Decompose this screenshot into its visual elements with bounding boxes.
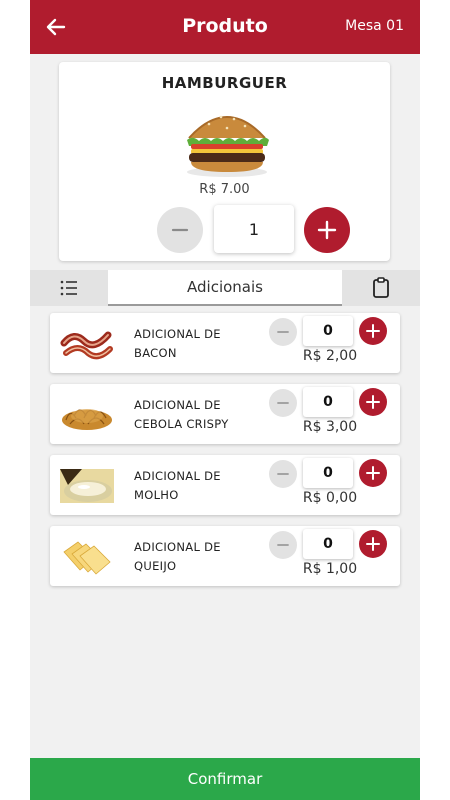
addon-item-molho: ADICIONAL DE MOLHO 0 R$ 0,00 — [50, 455, 400, 515]
addon-item-cebola-crispy: ADICIONAL DE CEBOLA CRISPY 0 R$ 3,00 — [50, 384, 400, 444]
tab-list[interactable] — [30, 270, 108, 306]
addon-item-bacon: ADICIONAL DE BACON 0 R$ 2,00 — [50, 313, 400, 373]
plus-icon — [366, 395, 380, 409]
minus-icon — [277, 544, 289, 546]
decrease-addon-button[interactable] — [269, 531, 297, 559]
product-card: HAMBURGUER R$ 7.00 1 — [59, 62, 390, 261]
addon-price: R$ 2,00 — [302, 348, 358, 364]
addon-label-line1: ADICIONAL DE — [134, 398, 221, 412]
addon-label: ADICIONAL DE CEBOLA CRISPY — [134, 396, 254, 434]
app-screen: Produto Mesa 01 HAMBURGUER R$ 7.00 1 Adi… — [30, 0, 420, 800]
product-name: HAMBURGUER — [161, 74, 288, 92]
plus-icon — [366, 537, 380, 551]
clipboard-icon — [373, 277, 389, 298]
addon-label: ADICIONAL DE BACON — [134, 325, 254, 363]
addon-label-line2: MOLHO — [134, 488, 179, 502]
addon-label-line2: CEBOLA CRISPY — [134, 417, 229, 431]
decrease-addon-button[interactable] — [269, 389, 297, 417]
minus-icon — [171, 228, 189, 232]
addon-price: R$ 0,00 — [302, 490, 358, 506]
addon-quantity-field[interactable]: 0 — [303, 458, 353, 488]
increase-addon-button[interactable] — [359, 388, 387, 416]
increase-addon-button[interactable] — [359, 317, 387, 345]
hamburger-image — [179, 102, 275, 182]
increase-addon-button[interactable] — [359, 459, 387, 487]
addon-label-line1: ADICIONAL DE — [134, 327, 221, 341]
addon-label-line2: BACON — [134, 346, 177, 360]
minus-icon — [277, 331, 289, 333]
tab-adicionais[interactable]: Adicionais — [108, 270, 342, 306]
sauce-image — [60, 465, 114, 505]
app-bar: Produto Mesa 01 — [30, 0, 420, 54]
addon-quantity-field[interactable]: 0 — [303, 387, 353, 417]
addon-label-line1: ADICIONAL DE — [134, 469, 221, 483]
tab-summary[interactable] — [342, 270, 420, 306]
tab-bar: Adicionais — [30, 270, 420, 306]
addon-label-line2: QUEIJO — [134, 559, 177, 573]
cheese-image — [60, 536, 114, 576]
addon-label-line1: ADICIONAL DE — [134, 540, 221, 554]
addon-quantity-field[interactable]: 0 — [303, 316, 353, 346]
bacon-image — [60, 323, 114, 363]
plus-icon — [317, 220, 337, 240]
plus-icon — [366, 324, 380, 338]
minus-icon — [277, 473, 289, 475]
addon-label: ADICIONAL DE QUEIJO — [134, 538, 254, 576]
quantity-field[interactable]: 1 — [214, 205, 294, 253]
decrease-quantity-button[interactable] — [157, 207, 203, 253]
crispy-onion-image — [60, 394, 114, 434]
increase-quantity-button[interactable] — [304, 207, 350, 253]
increase-addon-button[interactable] — [359, 530, 387, 558]
table-label: Mesa 01 — [345, 18, 404, 34]
addon-item-queijo: ADICIONAL DE QUEIJO 0 R$ 1,00 — [50, 526, 400, 586]
addon-label: ADICIONAL DE MOLHO — [134, 467, 254, 505]
plus-icon — [366, 466, 380, 480]
addon-price: R$ 3,00 — [302, 419, 358, 435]
minus-icon — [277, 402, 289, 404]
decrease-addon-button[interactable] — [269, 460, 297, 488]
product-price: R$ 7.00 — [199, 182, 250, 197]
addon-price: R$ 1,00 — [302, 561, 358, 577]
list-icon — [60, 280, 77, 296]
confirm-button[interactable]: Confirmar — [30, 758, 420, 800]
addon-quantity-field[interactable]: 0 — [303, 529, 353, 559]
decrease-addon-button[interactable] — [269, 318, 297, 346]
